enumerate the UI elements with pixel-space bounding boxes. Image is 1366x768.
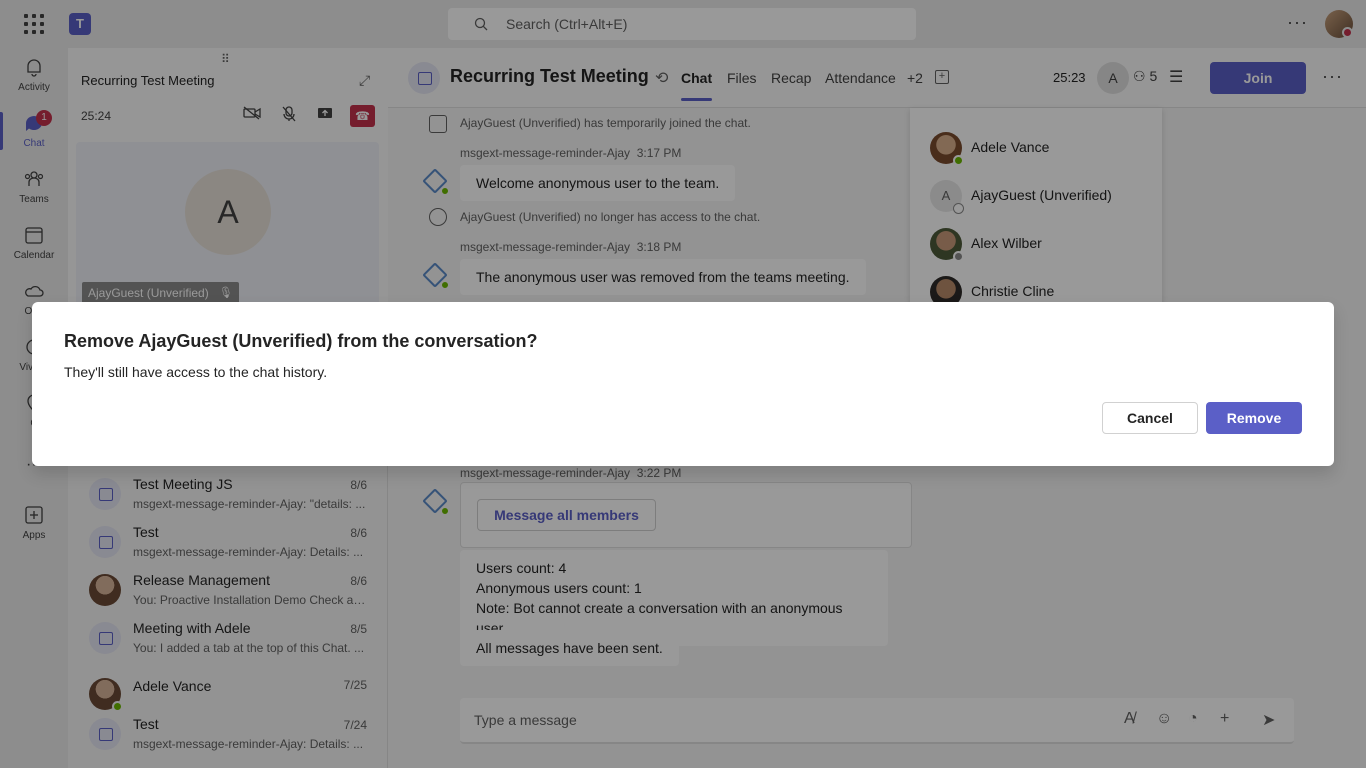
dialog-body: They'll still have access to the chat hi… bbox=[64, 364, 328, 380]
cancel-button[interactable]: Cancel bbox=[1102, 402, 1198, 434]
remove-button[interactable]: Remove bbox=[1206, 402, 1302, 434]
remove-participant-dialog: Remove AjayGuest (Unverified) from the c… bbox=[32, 302, 1334, 466]
dialog-title: Remove AjayGuest (Unverified) from the c… bbox=[64, 331, 538, 351]
